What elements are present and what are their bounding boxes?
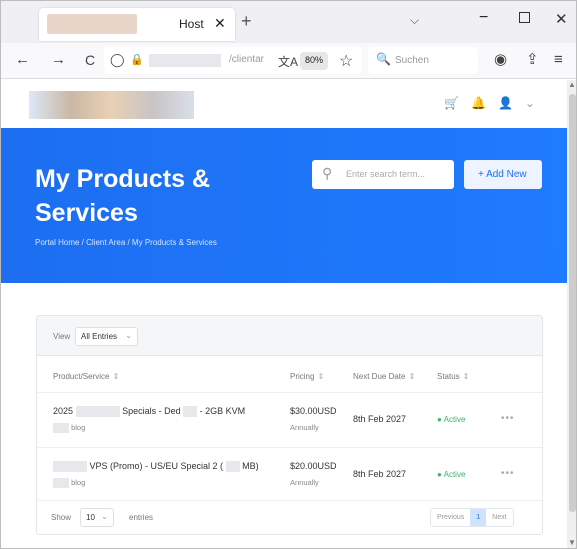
billing-cycle: Annually [290,423,319,432]
status-badge: ● Active [437,415,466,424]
sort-icon: ⇕ [112,372,120,381]
products-table-card: View All Entries ⌄ Product/Service ⇕ Pric… [36,315,543,535]
sort-icon: ⇕ [408,372,416,381]
product-name: 2025 Specials - Ded - 2GB KVM [53,406,246,418]
status-dot-icon: ● [437,415,442,424]
browser-window: Host ✕ + ⌵ − ✕ ← → C ◯ 🔒 /clientar 文A 80… [0,0,577,549]
zoom-level[interactable]: 80% [300,52,329,70]
column-header-status[interactable]: Status ⇕ [437,372,469,381]
chevron-down-icon: ⌄ [125,331,133,340]
sort-icon: ⇕ [317,372,325,381]
lock-icon[interactable]: 🔒 [130,53,144,66]
page-hero: My Products & Services Portal Home / Cli… [1,128,567,283]
product-name: VPS (Promo) - US/EU Special 2 ( MB) [53,461,259,473]
page-content: 🛒🔔👤⌄ My Products & Services Portal Home … [1,80,567,548]
next-page-button[interactable]: Next [486,509,512,526]
show-label: Show [51,513,72,522]
add-new-button[interactable]: + Add New [464,160,542,189]
scrollbar-thumb[interactable] [569,94,576,512]
column-header-product[interactable]: Product/Service ⇕ [53,372,119,381]
tab-title: Host [179,17,204,31]
tab-favicon-icon [47,14,137,34]
extensions-icon[interactable]: ⇪ [526,52,539,68]
page-title: My Products & Services [35,165,211,227]
breadcrumb[interactable]: Portal Home / Client Area / My Products … [35,238,217,247]
redacted-text [225,461,240,473]
price: $20.00USD [290,461,337,471]
status-badge: ● Active [437,470,466,479]
maximize-button[interactable] [519,12,530,23]
next-due-date: 8th Feb 2027 [353,414,407,424]
redacted-text [53,461,87,473]
url-text: /clientar [229,54,265,65]
bookmark-star-icon[interactable]: ☆ [339,51,353,71]
navigation-toolbar: ← → C ◯ 🔒 /clientar 文A 80% ☆ 🔍 Suchen ◉ … [1,43,576,79]
previous-page-button[interactable]: Previous [431,509,470,526]
list-tabs-button[interactable]: ⌵ [410,13,419,28]
page-scrollbar[interactable]: ▲ ▼ [567,80,576,548]
view-filter-value: All Entries [81,332,118,341]
new-tab-button[interactable]: + [241,12,252,30]
page-1-button[interactable]: 1 [470,509,487,526]
shield-icon[interactable]: ◯ [110,52,125,68]
tab-close-icon[interactable]: ✕ [214,15,226,32]
chevron-down-icon: ⌄ [101,512,108,521]
redacted-text [183,406,198,418]
column-header-pricing[interactable]: Pricing ⇕ [290,372,324,381]
table-row[interactable]: VPS (Promo) - US/EU Special 2 ( MB) blog… [37,447,542,502]
menu-icon[interactable]: ≡ [554,52,563,68]
page-size-value: 10 [86,513,95,522]
search-placeholder: Suchen [395,55,429,66]
entries-label: entries [129,513,154,522]
back-button[interactable]: ← [15,52,30,68]
more-options-button[interactable]: ••• [501,468,515,479]
tab-strip: Host ✕ + ⌵ − ✕ [1,1,576,43]
site-logo[interactable] [29,91,194,119]
search-icon: ⚲ [322,165,333,181]
reload-button[interactable]: C [85,52,95,68]
redacted-text [53,423,69,434]
address-bar[interactable]: ◯ 🔒 /clientar 文A 80% ☆ [104,47,362,74]
page-size-select[interactable]: 10 ⌄ [80,508,114,527]
table-row[interactable]: 2025 Specials - Ded - 2GB KVM blog $30.0… [37,392,542,447]
pagination: Previous 1 Next [430,508,514,527]
header-icons[interactable]: 🛒🔔👤⌄ [444,96,547,110]
search-input[interactable]: ⚲ Enter search term... [312,160,454,189]
close-window-button[interactable]: ✕ [555,10,568,28]
translate-icon[interactable]: 文A [278,53,298,70]
forward-button[interactable]: → [51,52,66,68]
search-icon: 🔍 [376,52,391,66]
redacted-text [53,478,69,489]
scroll-down-icon[interactable]: ▼ [568,538,576,547]
url-redacted [149,54,221,67]
scroll-up-icon[interactable]: ▲ [568,80,576,89]
column-header-due-date[interactable]: Next Due Date ⇕ [353,372,415,381]
product-domain: blog [53,478,85,489]
search-placeholder: Enter search term... [346,169,426,179]
sort-icon: ⇕ [462,372,470,381]
product-domain: blog [53,423,85,434]
filter-bar: View All Entries ⌄ [37,316,542,356]
account-icon[interactable]: ◉ [494,52,507,68]
redacted-text [75,406,120,418]
browser-tab[interactable]: Host ✕ [39,8,235,41]
next-due-date: 8th Feb 2027 [353,469,407,479]
billing-cycle: Annually [290,478,319,487]
minimize-button[interactable]: − [479,9,488,27]
more-options-button[interactable]: ••• [501,413,515,424]
table-footer: Show 10 ⌄ entries Previous 1 Next [37,500,542,534]
search-bar[interactable]: 🔍 Suchen [368,47,478,74]
view-label: View [53,332,71,341]
status-dot-icon: ● [437,470,442,479]
view-filter-select[interactable]: All Entries ⌄ [75,327,139,346]
price: $30.00USD [290,406,337,416]
